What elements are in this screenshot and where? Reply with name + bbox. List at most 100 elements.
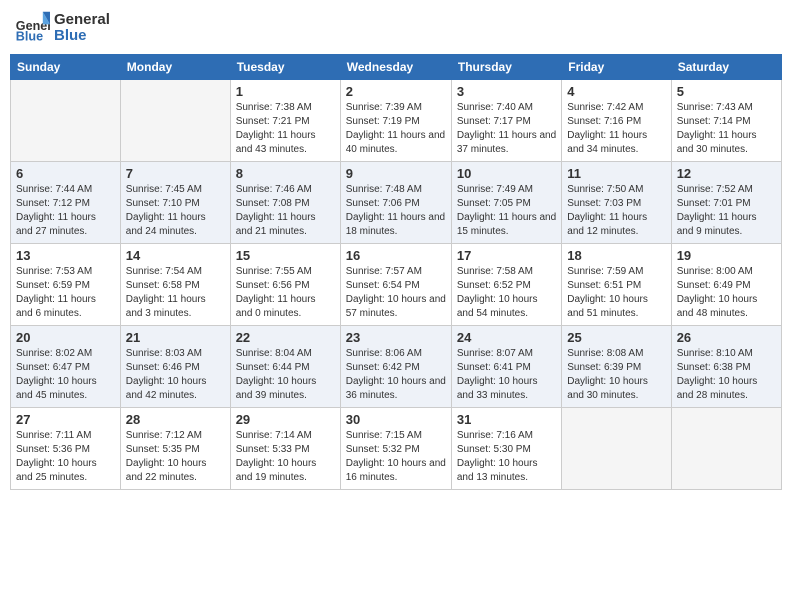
calendar-cell: 22 Sunrise: 8:04 AMSunset: 6:44 PMDayligh… bbox=[230, 326, 340, 408]
day-info: Sunrise: 7:58 AMSunset: 6:52 PMDaylight:… bbox=[457, 265, 556, 321]
day-number: 15 bbox=[236, 248, 335, 263]
calendar-cell: 15 Sunrise: 7:55 AMSunset: 6:56 PMDayligh… bbox=[230, 244, 340, 326]
calendar-cell: 18 Sunrise: 7:59 AMSunset: 6:51 PMDayligh… bbox=[562, 244, 671, 326]
day-info: Sunrise: 8:00 AMSunset: 6:49 PMDaylight:… bbox=[677, 265, 776, 321]
calendar-cell: 8 Sunrise: 7:46 AMSunset: 7:08 PMDaylight… bbox=[230, 162, 340, 244]
day-info: Sunrise: 7:57 AMSunset: 6:54 PMDaylight:… bbox=[346, 265, 446, 321]
calendar-cell: 28 Sunrise: 7:12 AMSunset: 5:35 PMDayligh… bbox=[120, 408, 230, 490]
day-info: Sunrise: 7:50 AMSunset: 7:03 PMDaylight:… bbox=[567, 183, 665, 239]
day-info: Sunrise: 8:03 AMSunset: 6:46 PMDaylight:… bbox=[126, 347, 225, 403]
calendar-cell: 14 Sunrise: 7:54 AMSunset: 6:58 PMDayligh… bbox=[120, 244, 230, 326]
day-info: Sunrise: 7:16 AMSunset: 5:30 PMDaylight:… bbox=[457, 429, 556, 485]
calendar-cell: 10Sunrise: 7:49 AMSunset: 7:05 PMDayligh… bbox=[451, 162, 561, 244]
day-number: 28 bbox=[126, 412, 225, 427]
calendar-cell bbox=[562, 408, 671, 490]
day-number: 25 bbox=[567, 330, 665, 345]
day-number: 29 bbox=[236, 412, 335, 427]
day-info: Sunrise: 8:06 AMSunset: 6:42 PMDaylight:… bbox=[346, 347, 446, 403]
calendar-cell: 21 Sunrise: 8:03 AMSunset: 6:46 PMDayligh… bbox=[120, 326, 230, 408]
calendar-cell: 19Sunrise: 8:00 AMSunset: 6:49 PMDayligh… bbox=[671, 244, 781, 326]
day-number: 9 bbox=[346, 166, 446, 181]
calendar-cell: 9 Sunrise: 7:48 AMSunset: 7:06 PMDaylight… bbox=[340, 162, 451, 244]
logo-blue: Blue bbox=[54, 28, 110, 45]
calendar-cell: 17 Sunrise: 7:58 AMSunset: 6:52 PMDayligh… bbox=[451, 244, 561, 326]
day-info: Sunrise: 7:44 AMSunset: 7:12 PMDaylight:… bbox=[16, 183, 115, 239]
day-number: 16 bbox=[346, 248, 446, 263]
calendar-cell: 13 Sunrise: 7:53 AMSunset: 6:59 PMDayligh… bbox=[11, 244, 121, 326]
page-header: General Blue General Blue bbox=[10, 10, 782, 46]
day-info: Sunrise: 7:48 AMSunset: 7:06 PMDaylight:… bbox=[346, 183, 446, 239]
day-info: Sunrise: 7:42 AMSunset: 7:16 PMDaylight:… bbox=[567, 101, 665, 157]
week-row: 6 Sunrise: 7:44 AMSunset: 7:12 PMDaylight… bbox=[11, 162, 782, 244]
week-row: 13 Sunrise: 7:53 AMSunset: 6:59 PMDayligh… bbox=[11, 244, 782, 326]
day-number: 10 bbox=[457, 166, 556, 181]
day-info: Sunrise: 8:08 AMSunset: 6:39 PMDaylight:… bbox=[567, 347, 665, 403]
calendar-cell bbox=[11, 80, 121, 162]
day-number: 30 bbox=[346, 412, 446, 427]
week-row: 20Sunrise: 8:02 AMSunset: 6:47 PMDayligh… bbox=[11, 326, 782, 408]
calendar-cell: 30 Sunrise: 7:15 AMSunset: 5:32 PMDayligh… bbox=[340, 408, 451, 490]
day-number: 8 bbox=[236, 166, 335, 181]
weekday-header: Friday bbox=[562, 55, 671, 80]
day-number: 6 bbox=[16, 166, 115, 181]
calendar-cell: 29Sunrise: 7:14 AMSunset: 5:33 PMDayligh… bbox=[230, 408, 340, 490]
day-info: Sunrise: 7:52 AMSunset: 7:01 PMDaylight:… bbox=[677, 183, 776, 239]
day-info: Sunrise: 7:15 AMSunset: 5:32 PMDaylight:… bbox=[346, 429, 446, 485]
calendar-cell: 20Sunrise: 8:02 AMSunset: 6:47 PMDayligh… bbox=[11, 326, 121, 408]
day-number: 2 bbox=[346, 84, 446, 99]
day-number: 5 bbox=[677, 84, 776, 99]
day-info: Sunrise: 8:04 AMSunset: 6:44 PMDaylight:… bbox=[236, 347, 335, 403]
logo-general: General bbox=[54, 12, 110, 29]
day-info: Sunrise: 7:54 AMSunset: 6:58 PMDaylight:… bbox=[126, 265, 225, 321]
day-info: Sunrise: 7:59 AMSunset: 6:51 PMDaylight:… bbox=[567, 265, 665, 321]
calendar-cell: 7Sunrise: 7:45 AMSunset: 7:10 PMDaylight… bbox=[120, 162, 230, 244]
day-number: 4 bbox=[567, 84, 665, 99]
calendar-cell: 1Sunrise: 7:38 AMSunset: 7:21 PMDaylight… bbox=[230, 80, 340, 162]
day-info: Sunrise: 8:07 AMSunset: 6:41 PMDaylight:… bbox=[457, 347, 556, 403]
logo: General Blue General Blue bbox=[14, 10, 110, 46]
day-number: 11 bbox=[567, 166, 665, 181]
day-number: 13 bbox=[16, 248, 115, 263]
day-number: 31 bbox=[457, 412, 556, 427]
calendar-cell: 26Sunrise: 8:10 AMSunset: 6:38 PMDayligh… bbox=[671, 326, 781, 408]
day-info: Sunrise: 7:55 AMSunset: 6:56 PMDaylight:… bbox=[236, 265, 335, 321]
day-info: Sunrise: 7:53 AMSunset: 6:59 PMDaylight:… bbox=[16, 265, 115, 321]
day-info: Sunrise: 7:46 AMSunset: 7:08 PMDaylight:… bbox=[236, 183, 335, 239]
day-number: 18 bbox=[567, 248, 665, 263]
day-number: 24 bbox=[457, 330, 556, 345]
week-row: 27Sunrise: 7:11 AMSunset: 5:36 PMDayligh… bbox=[11, 408, 782, 490]
weekday-header: Wednesday bbox=[340, 55, 451, 80]
weekday-header: Tuesday bbox=[230, 55, 340, 80]
day-number: 12 bbox=[677, 166, 776, 181]
calendar-cell: 6 Sunrise: 7:44 AMSunset: 7:12 PMDaylight… bbox=[11, 162, 121, 244]
logo-icon: General Blue bbox=[14, 10, 50, 46]
header-row: SundayMondayTuesdayWednesdayThursdayFrid… bbox=[11, 55, 782, 80]
day-number: 14 bbox=[126, 248, 225, 263]
day-number: 21 bbox=[126, 330, 225, 345]
calendar-cell: 25 Sunrise: 8:08 AMSunset: 6:39 PMDayligh… bbox=[562, 326, 671, 408]
calendar-cell: 2 Sunrise: 7:39 AMSunset: 7:19 PMDaylight… bbox=[340, 80, 451, 162]
calendar-cell: 11 Sunrise: 7:50 AMSunset: 7:03 PMDayligh… bbox=[562, 162, 671, 244]
day-info: Sunrise: 7:38 AMSunset: 7:21 PMDaylight:… bbox=[236, 101, 335, 157]
day-info: Sunrise: 7:45 AMSunset: 7:10 PMDaylight:… bbox=[126, 183, 225, 239]
calendar-cell: 23 Sunrise: 8:06 AMSunset: 6:42 PMDayligh… bbox=[340, 326, 451, 408]
calendar-cell: 12 Sunrise: 7:52 AMSunset: 7:01 PMDayligh… bbox=[671, 162, 781, 244]
weekday-header: Sunday bbox=[11, 55, 121, 80]
day-number: 22 bbox=[236, 330, 335, 345]
weekday-header: Saturday bbox=[671, 55, 781, 80]
calendar-cell bbox=[671, 408, 781, 490]
day-info: Sunrise: 7:39 AMSunset: 7:19 PMDaylight:… bbox=[346, 101, 446, 157]
day-info: Sunrise: 7:12 AMSunset: 5:35 PMDaylight:… bbox=[126, 429, 225, 485]
day-number: 17 bbox=[457, 248, 556, 263]
weekday-header: Monday bbox=[120, 55, 230, 80]
calendar-cell: 24 Sunrise: 8:07 AMSunset: 6:41 PMDayligh… bbox=[451, 326, 561, 408]
weekday-header: Thursday bbox=[451, 55, 561, 80]
day-number: 23 bbox=[346, 330, 446, 345]
week-row: 1Sunrise: 7:38 AMSunset: 7:21 PMDaylight… bbox=[11, 80, 782, 162]
day-info: Sunrise: 7:43 AMSunset: 7:14 PMDaylight:… bbox=[677, 101, 776, 157]
day-info: Sunrise: 7:40 AMSunset: 7:17 PMDaylight:… bbox=[457, 101, 556, 157]
svg-text:Blue: Blue bbox=[16, 30, 43, 44]
day-number: 27 bbox=[16, 412, 115, 427]
calendar-cell: 31 Sunrise: 7:16 AMSunset: 5:30 PMDayligh… bbox=[451, 408, 561, 490]
calendar-cell: 5 Sunrise: 7:43 AMSunset: 7:14 PMDaylight… bbox=[671, 80, 781, 162]
